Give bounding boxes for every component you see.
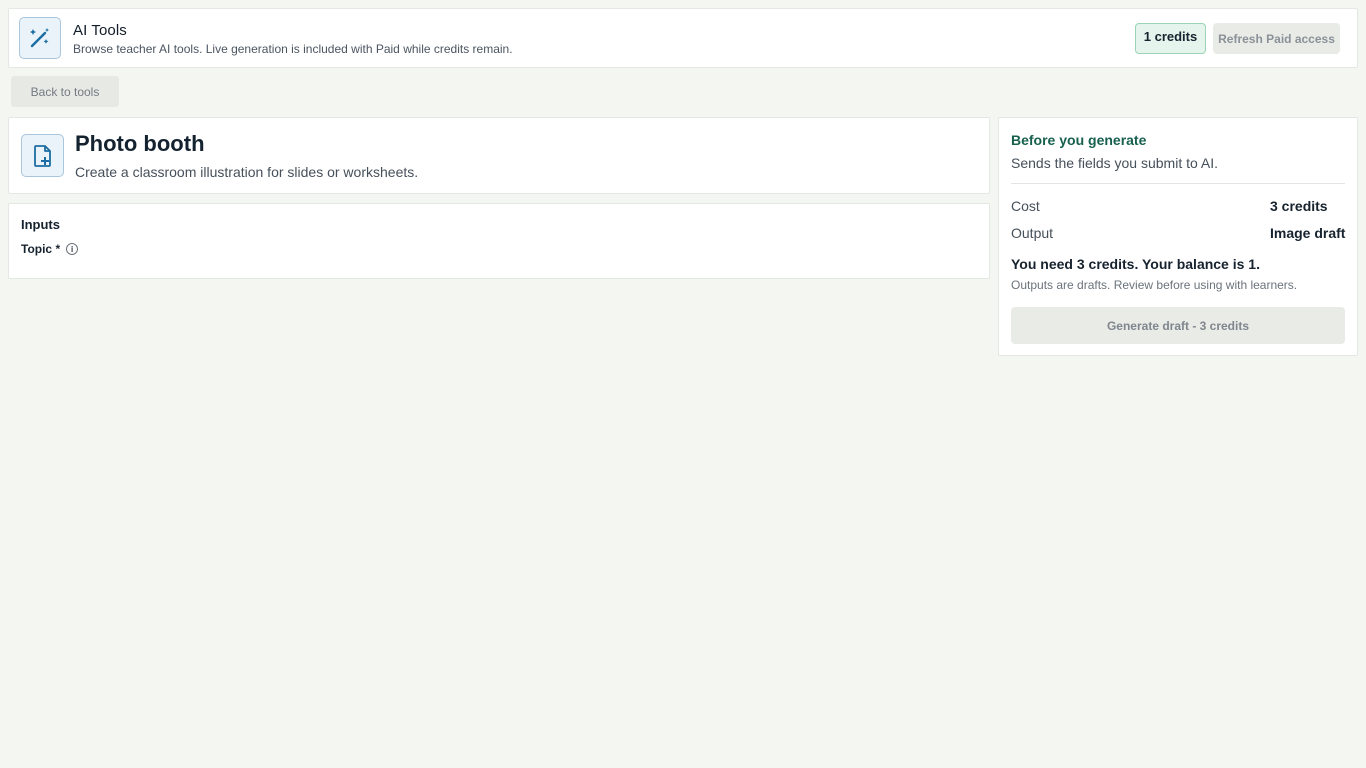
app-subtitle: Browse teacher AI tools. Live generation… — [73, 42, 513, 56]
panel-subtitle: Sends the fields you submit to AI. — [1011, 155, 1219, 171]
file-plus-icon — [21, 134, 64, 177]
before-you-generate-panel: Before you generate Sends the fields you… — [998, 117, 1358, 356]
panel-divider — [1011, 183, 1345, 184]
magic-wand-icon — [19, 17, 61, 59]
inputs-card: Inputs Topic * i — [8, 203, 990, 279]
info-icon[interactable]: i — [66, 243, 79, 255]
app-header: AI Tools Browse teacher AI tools. Live g… — [8, 8, 1358, 68]
topic-label-text: Topic * — [21, 242, 61, 256]
tool-description: Create a classroom illustration for slid… — [75, 164, 419, 180]
drafts-note: Outputs are drafts. Review before using … — [1011, 278, 1298, 292]
back-to-tools-button[interactable]: Back to tools — [11, 76, 119, 107]
tool-card: Photo booth Create a classroom illustrat… — [8, 117, 990, 194]
topic-field-label: Topic * i — [21, 242, 79, 256]
tool-title: Photo booth — [75, 131, 205, 156]
cost-label: Cost — [1011, 198, 1040, 214]
cost-value: 3 credits — [1270, 198, 1328, 214]
balance-warning: You need 3 credits. Your balance is 1. — [1011, 256, 1260, 272]
inputs-heading: Inputs — [21, 217, 60, 232]
generate-draft-button[interactable]: Generate draft - 3 credits — [1011, 307, 1345, 344]
panel-heading: Before you generate — [1011, 132, 1147, 148]
output-value: Image draft — [1270, 225, 1346, 241]
output-label: Output — [1011, 225, 1054, 241]
app-title: AI Tools — [73, 22, 127, 39]
credits-badge: 1 credits — [1135, 23, 1206, 54]
refresh-paid-access-button[interactable]: Refresh Paid access — [1213, 23, 1340, 54]
